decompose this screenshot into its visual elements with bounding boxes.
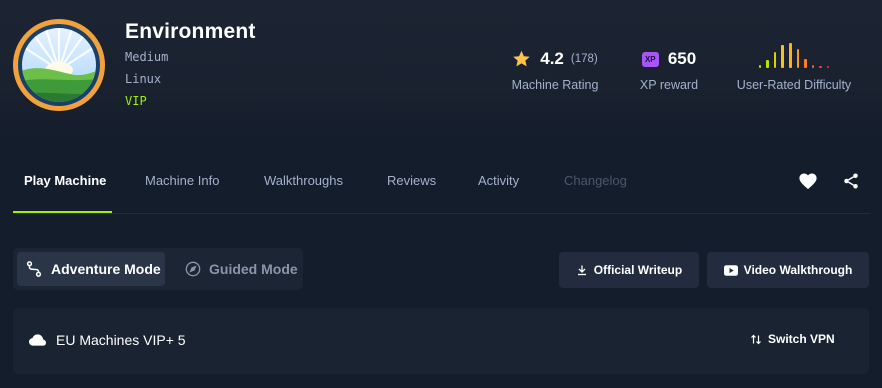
tab-walkthroughs[interactable]: Walkthroughs [264, 173, 343, 188]
share-button[interactable] [840, 170, 862, 192]
mode-switch: Adventure Mode Guided Mode [13, 248, 303, 290]
difficulty-bar [766, 60, 769, 68]
share-icon [844, 173, 858, 189]
machine-tier: VIP [125, 94, 147, 108]
switch-vpn-label: Switch VPN [768, 332, 835, 346]
tab-changelog: Changelog [564, 173, 627, 188]
user-rated-difficulty-stat: User-Rated Difficulty [728, 40, 860, 92]
difficulty-bar [773, 52, 777, 68]
tab-play-machine[interactable]: Play Machine [24, 173, 106, 188]
route-icon [26, 261, 42, 277]
official-writeup-button[interactable]: Official Writeup [559, 252, 699, 288]
difficulty-bar [826, 66, 830, 68]
vpn-server-name: EU Machines VIP+ 5 [56, 332, 186, 348]
rating-value: 4.2 [540, 49, 564, 68]
video-walkthrough-button[interactable]: Video Walkthrough [707, 252, 869, 288]
compass-icon [185, 261, 201, 277]
rating-count: (178) [570, 53, 598, 65]
video-walkthrough-label: Video Walkthrough [743, 263, 853, 277]
switch-arrows-icon [751, 334, 761, 344]
adventure-mode-label: Adventure Mode [51, 261, 161, 277]
star-icon [513, 50, 531, 67]
machine-name: Environment [125, 20, 256, 43]
tab-machine-info[interactable]: Machine Info [145, 173, 219, 188]
download-icon [577, 265, 586, 276]
xp-icon: XP [641, 51, 659, 67]
guided-mode-button[interactable]: Guided Mode [177, 252, 303, 286]
difficulty-label: User-Rated Difficulty [736, 78, 852, 92]
official-writeup-label: Official Writeup [593, 263, 683, 277]
machine-rating-stat: 4.2 (178) Machine Rating [505, 48, 605, 92]
difficulty-chart [728, 40, 860, 68]
switch-vpn-button[interactable]: Switch VPN [750, 332, 835, 346]
difficulty-bar [819, 66, 822, 68]
vpn-server: EU Machines VIP+ 5 [29, 332, 186, 348]
tab-activity[interactable]: Activity [478, 173, 519, 188]
difficulty-bar [788, 43, 792, 68]
rating-label: Machine Rating [511, 78, 599, 92]
xp-label: XP reward [639, 78, 699, 92]
machine-os: Linux [125, 72, 162, 86]
machine-tabs: Play Machine Machine Info Walkthroughs R… [0, 165, 882, 213]
difficulty-bar [781, 45, 784, 68]
xp-value: 650 [667, 49, 697, 68]
vpn-panel: EU Machines VIP+ 5 Switch VPN [13, 308, 869, 374]
xp-reward-stat: XP 650 XP reward [630, 48, 708, 92]
heart-icon [799, 173, 817, 190]
machine-avatar [12, 18, 106, 112]
favorite-button[interactable] [797, 170, 819, 192]
tab-reviews[interactable]: Reviews [387, 173, 436, 188]
adventure-mode-button[interactable]: Adventure Mode [17, 252, 165, 286]
difficulty-bar [804, 59, 807, 68]
difficulty-bar [811, 65, 815, 68]
machine-difficulty: Medium [125, 50, 169, 64]
difficulty-bar [758, 65, 762, 68]
landscape-logo-icon [13, 19, 105, 111]
youtube-icon [723, 264, 738, 276]
difficulty-bar [796, 49, 800, 68]
cloud-icon [29, 334, 46, 346]
tabs-divider [13, 213, 870, 214]
guided-mode-label: Guided Mode [209, 261, 298, 277]
